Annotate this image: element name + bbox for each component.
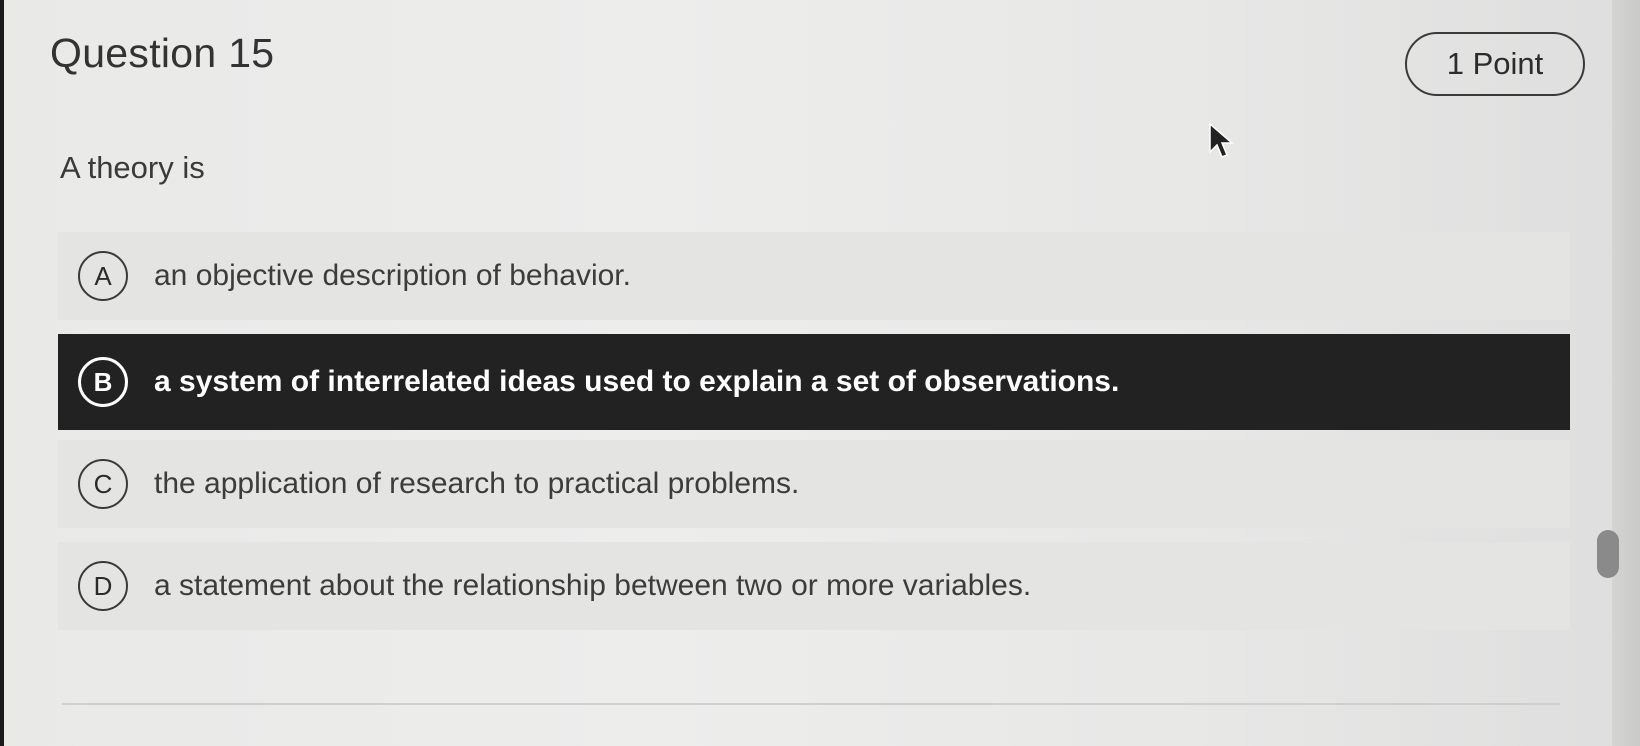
- option-c[interactable]: C the application of research to practic…: [58, 440, 1570, 528]
- option-text-d: a statement about the relationship betwe…: [154, 569, 1032, 602]
- scrollbar-thumb[interactable]: [1597, 530, 1619, 578]
- option-text-c: the application of research to practical…: [154, 467, 800, 500]
- scrollbar-track[interactable]: [1612, 0, 1640, 746]
- option-d[interactable]: D a statement about the relationship bet…: [58, 542, 1570, 630]
- option-letter-b: B: [78, 357, 128, 407]
- question-title: Question 15: [50, 30, 275, 76]
- option-b[interactable]: B a system of interrelated ideas used to…: [58, 334, 1570, 430]
- screen-left-edge: [0, 0, 4, 746]
- points-badge: 1 Point: [1405, 32, 1585, 96]
- option-text-b: a system of interrelated ideas used to e…: [154, 365, 1120, 398]
- option-letter-c: C: [78, 459, 128, 509]
- mouse-pointer-icon: [1209, 122, 1234, 158]
- question-prompt: A theory is: [60, 150, 205, 185]
- quiz-screen: Question 15 1 Point A theory is A an obj…: [0, 0, 1640, 746]
- option-letter-a: A: [78, 251, 128, 301]
- bottom-divider: [62, 703, 1560, 705]
- option-a[interactable]: A an objective description of behavior.: [58, 232, 1570, 320]
- option-letter-d: D: [78, 561, 128, 611]
- option-text-a: an objective description of behavior.: [154, 259, 631, 292]
